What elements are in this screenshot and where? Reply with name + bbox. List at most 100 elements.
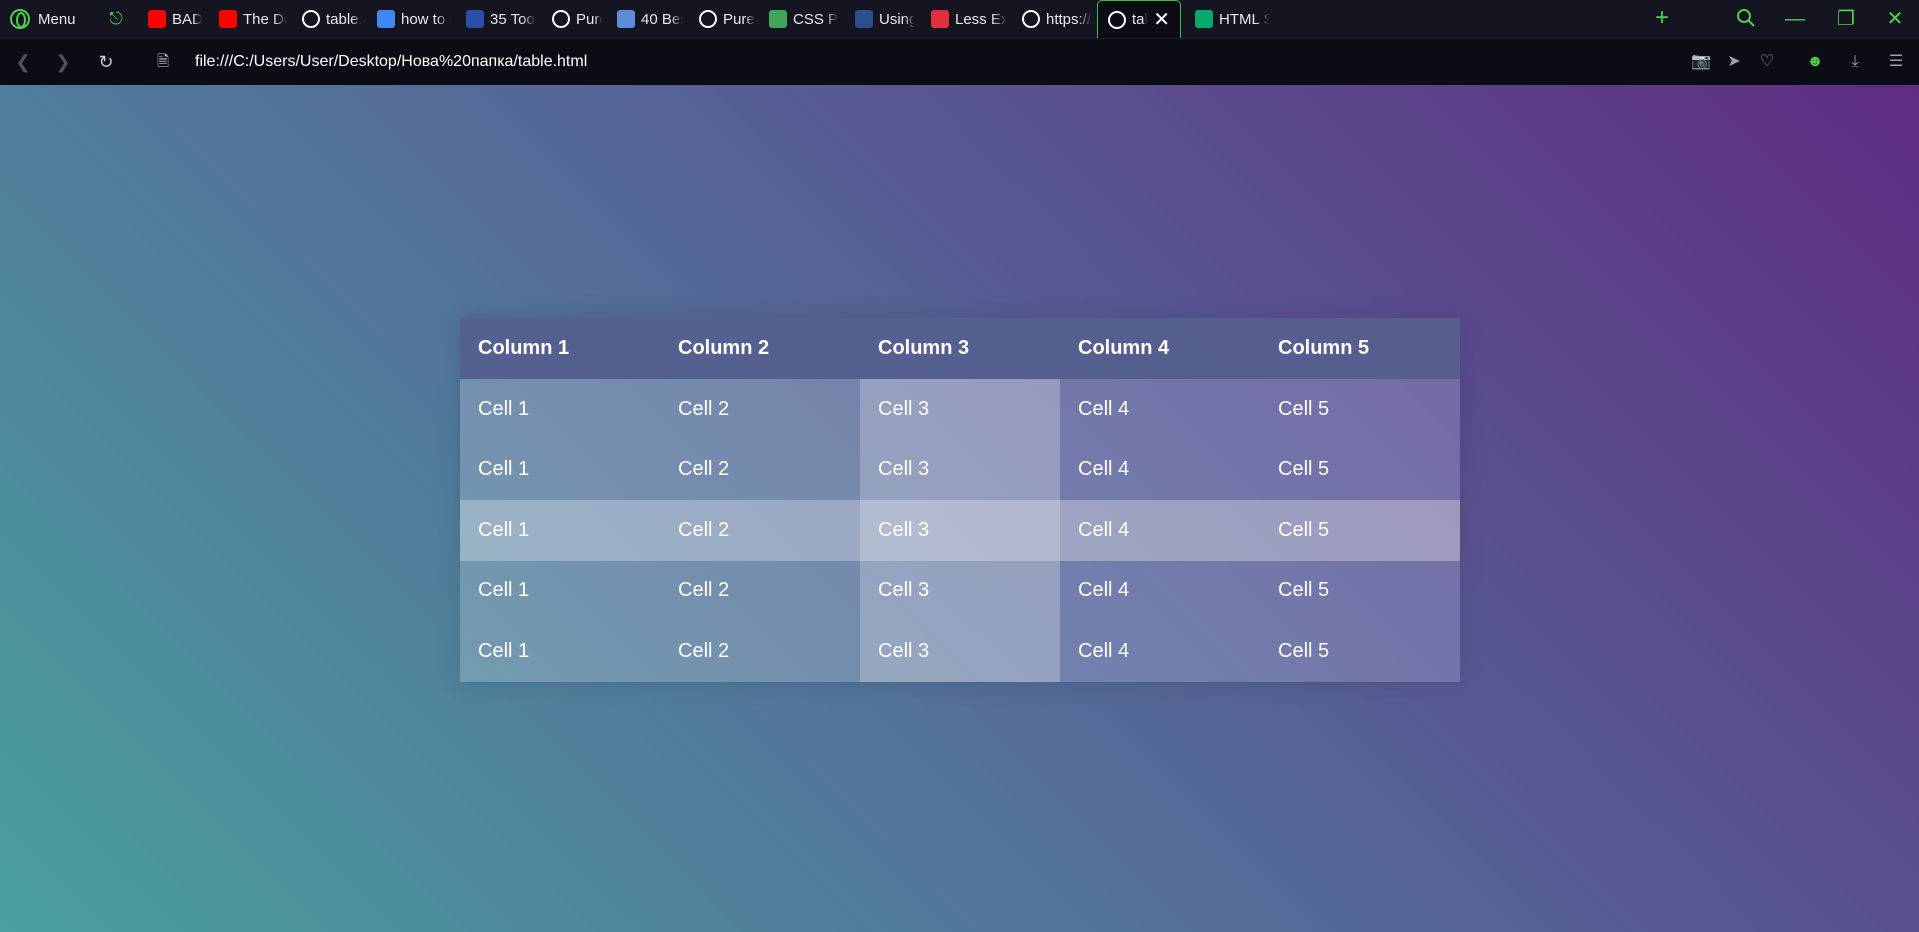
codepen-icon	[699, 10, 717, 28]
tab-label: HTML Styl	[1219, 10, 1270, 28]
table-cell: Cell 1	[460, 560, 660, 621]
tab-0[interactable]: BAD OMEN	[138, 0, 202, 38]
tab-6[interactable]: 40 Best C	[607, 0, 683, 38]
tab-bar: Menu ⎋ BAD OMEN The Date table.html how to …	[0, 0, 1919, 38]
tab-label: table.h	[1132, 11, 1147, 28]
v-icon	[931, 10, 949, 28]
back-icon[interactable]: ❮	[12, 51, 34, 73]
camera-icon[interactable]: 📷	[1690, 51, 1712, 73]
table-cell: Cell 2	[660, 500, 860, 561]
easy-setup-icon[interactable]: ☰	[1885, 51, 1907, 73]
tab-11[interactable]: https://raw	[1012, 0, 1092, 38]
tab-13[interactable]: HTML Styl	[1185, 0, 1270, 38]
tab-5[interactable]: Pure CSS	[542, 0, 602, 38]
youtube-icon	[148, 10, 166, 28]
tab-1[interactable]: The Date	[209, 0, 287, 38]
tab-label: table.html	[326, 10, 362, 28]
link-icon	[769, 10, 787, 28]
table-cell: Cell 5	[1260, 439, 1460, 500]
tab-label: The Date	[243, 10, 287, 28]
forward-icon[interactable]: ❯	[52, 51, 74, 73]
table-cell: Cell 1	[460, 379, 660, 440]
tab-label: Using Les	[879, 10, 915, 28]
table-cell: Cell 5	[1260, 379, 1460, 440]
table-cell: Cell 4	[1060, 500, 1260, 561]
table-header-row: Column 1 Column 2 Column 3 Column 4 Column 5	[460, 318, 1460, 379]
minimize-icon[interactable]: —	[1782, 6, 1808, 32]
search-icon[interactable]	[1736, 8, 1756, 28]
table-row: Cell 1 Cell 2 Cell 3 Cell 4 Cell 5	[460, 560, 1460, 621]
column-header: Column 2	[660, 318, 860, 379]
table-cell: Cell 2	[660, 439, 860, 500]
h-icon	[466, 10, 484, 28]
tab-8[interactable]: CSS Prepr	[759, 0, 839, 38]
codepen-icon	[552, 10, 570, 28]
tab-label: how to cre	[401, 10, 451, 28]
w3-icon	[1195, 10, 1213, 28]
tab-label: CSS Prepr	[793, 10, 839, 28]
table-cell: Cell 4	[1060, 379, 1260, 440]
close-tab-icon[interactable]: ✕	[1153, 10, 1170, 30]
reload-icon[interactable]: ↻	[95, 51, 117, 73]
column-header: Column 4	[1060, 318, 1260, 379]
tab-7[interactable]: Pure CSS	[689, 0, 755, 38]
table-cell: Cell 1	[460, 439, 660, 500]
data-table: Column 1 Column 2 Column 3 Column 4 Column 5…	[460, 318, 1460, 682]
tab-label: Pure CSS	[576, 10, 602, 28]
less-icon	[855, 10, 873, 28]
table-cell: Cell 2	[660, 379, 860, 440]
tab-label: Less Exam	[955, 10, 1007, 28]
table-cell: Cell 1	[460, 500, 660, 561]
tab-3[interactable]: how to cre	[367, 0, 451, 38]
tab-label: 35 Tools,	[490, 10, 536, 28]
tab-label: BAD OMEN	[172, 10, 202, 28]
table-row: Cell 1 Cell 2 Cell 3 Cell 4 Cell 5	[460, 439, 1460, 500]
table-row: Cell 1 Cell 2 Cell 3 Cell 4 Cell 5	[460, 621, 1460, 682]
column-header: Column 3	[860, 318, 1060, 379]
tab-label: https://raw	[1046, 10, 1092, 28]
table-body: Cell 1 Cell 2 Cell 3 Cell 4 Cell 5 Cell 1 Cell…	[460, 379, 1460, 682]
table-cell: Cell 5	[1260, 560, 1460, 621]
box-icon	[617, 10, 635, 28]
table-cell: Cell 5	[1260, 621, 1460, 682]
table-cell: Cell 2	[660, 560, 860, 621]
table-cell: Cell 5	[1260, 500, 1460, 561]
tab-label: 40 Best C	[641, 10, 683, 28]
gamepad-icon[interactable]: ⎋	[106, 9, 126, 29]
page-content: Column 1 Column 2 Column 3 Column 4 Column 5…	[0, 85, 1919, 932]
google-icon	[377, 10, 395, 28]
close-window-icon[interactable]: ✕	[1882, 6, 1908, 32]
tab-2[interactable]: table.html	[292, 0, 362, 38]
column-header: Column 1	[460, 318, 660, 379]
new-tab-plus-icon[interactable]: +	[1655, 4, 1669, 32]
opera-menu-button[interactable]: Menu	[10, 0, 76, 38]
globe-icon	[1108, 10, 1126, 29]
menu-label: Menu	[38, 10, 76, 28]
heart-icon[interactable]: ♡	[1756, 51, 1778, 73]
tab-10[interactable]: Less Exam	[921, 0, 1007, 38]
globe-icon	[1022, 10, 1040, 28]
account-icon[interactable]: ☻	[1804, 51, 1826, 73]
table-cell: Cell 4	[1060, 560, 1260, 621]
table-cell: Cell 2	[660, 621, 860, 682]
table-row: Cell 1 Cell 2 Cell 3 Cell 4 Cell 5	[460, 379, 1460, 440]
table-cell: Cell 3	[860, 560, 1060, 621]
download-icon[interactable]: ⤓	[1844, 51, 1866, 73]
tab-label: Pure CSS	[723, 10, 755, 28]
url-field[interactable]: file:///C:/Users/User/Desktop/Нова%20пап…	[195, 53, 587, 71]
tab-9[interactable]: Using Les	[845, 0, 915, 38]
file-icon: 🗎	[156, 53, 170, 70]
table-row: Cell 1 Cell 2 Cell 3 Cell 4 Cell 5	[460, 500, 1460, 561]
youtube-icon	[219, 10, 237, 28]
restore-icon[interactable]: ❐	[1833, 6, 1859, 32]
tab-12[interactable]: table.h ✕	[1097, 0, 1181, 38]
globe-icon	[302, 10, 320, 28]
table-cell: Cell 3	[860, 379, 1060, 440]
send-icon[interactable]: ➤	[1723, 51, 1745, 73]
table-cell: Cell 3	[860, 439, 1060, 500]
table-cell: Cell 3	[860, 500, 1060, 561]
address-bar: ❮ ❯ ↻ 🗎 file:///C:/Users/User/Desktop/Но…	[0, 38, 1919, 85]
table-cell: Cell 4	[1060, 621, 1260, 682]
column-header: Column 5	[1260, 318, 1460, 379]
tab-4[interactable]: 35 Tools,	[456, 0, 536, 38]
